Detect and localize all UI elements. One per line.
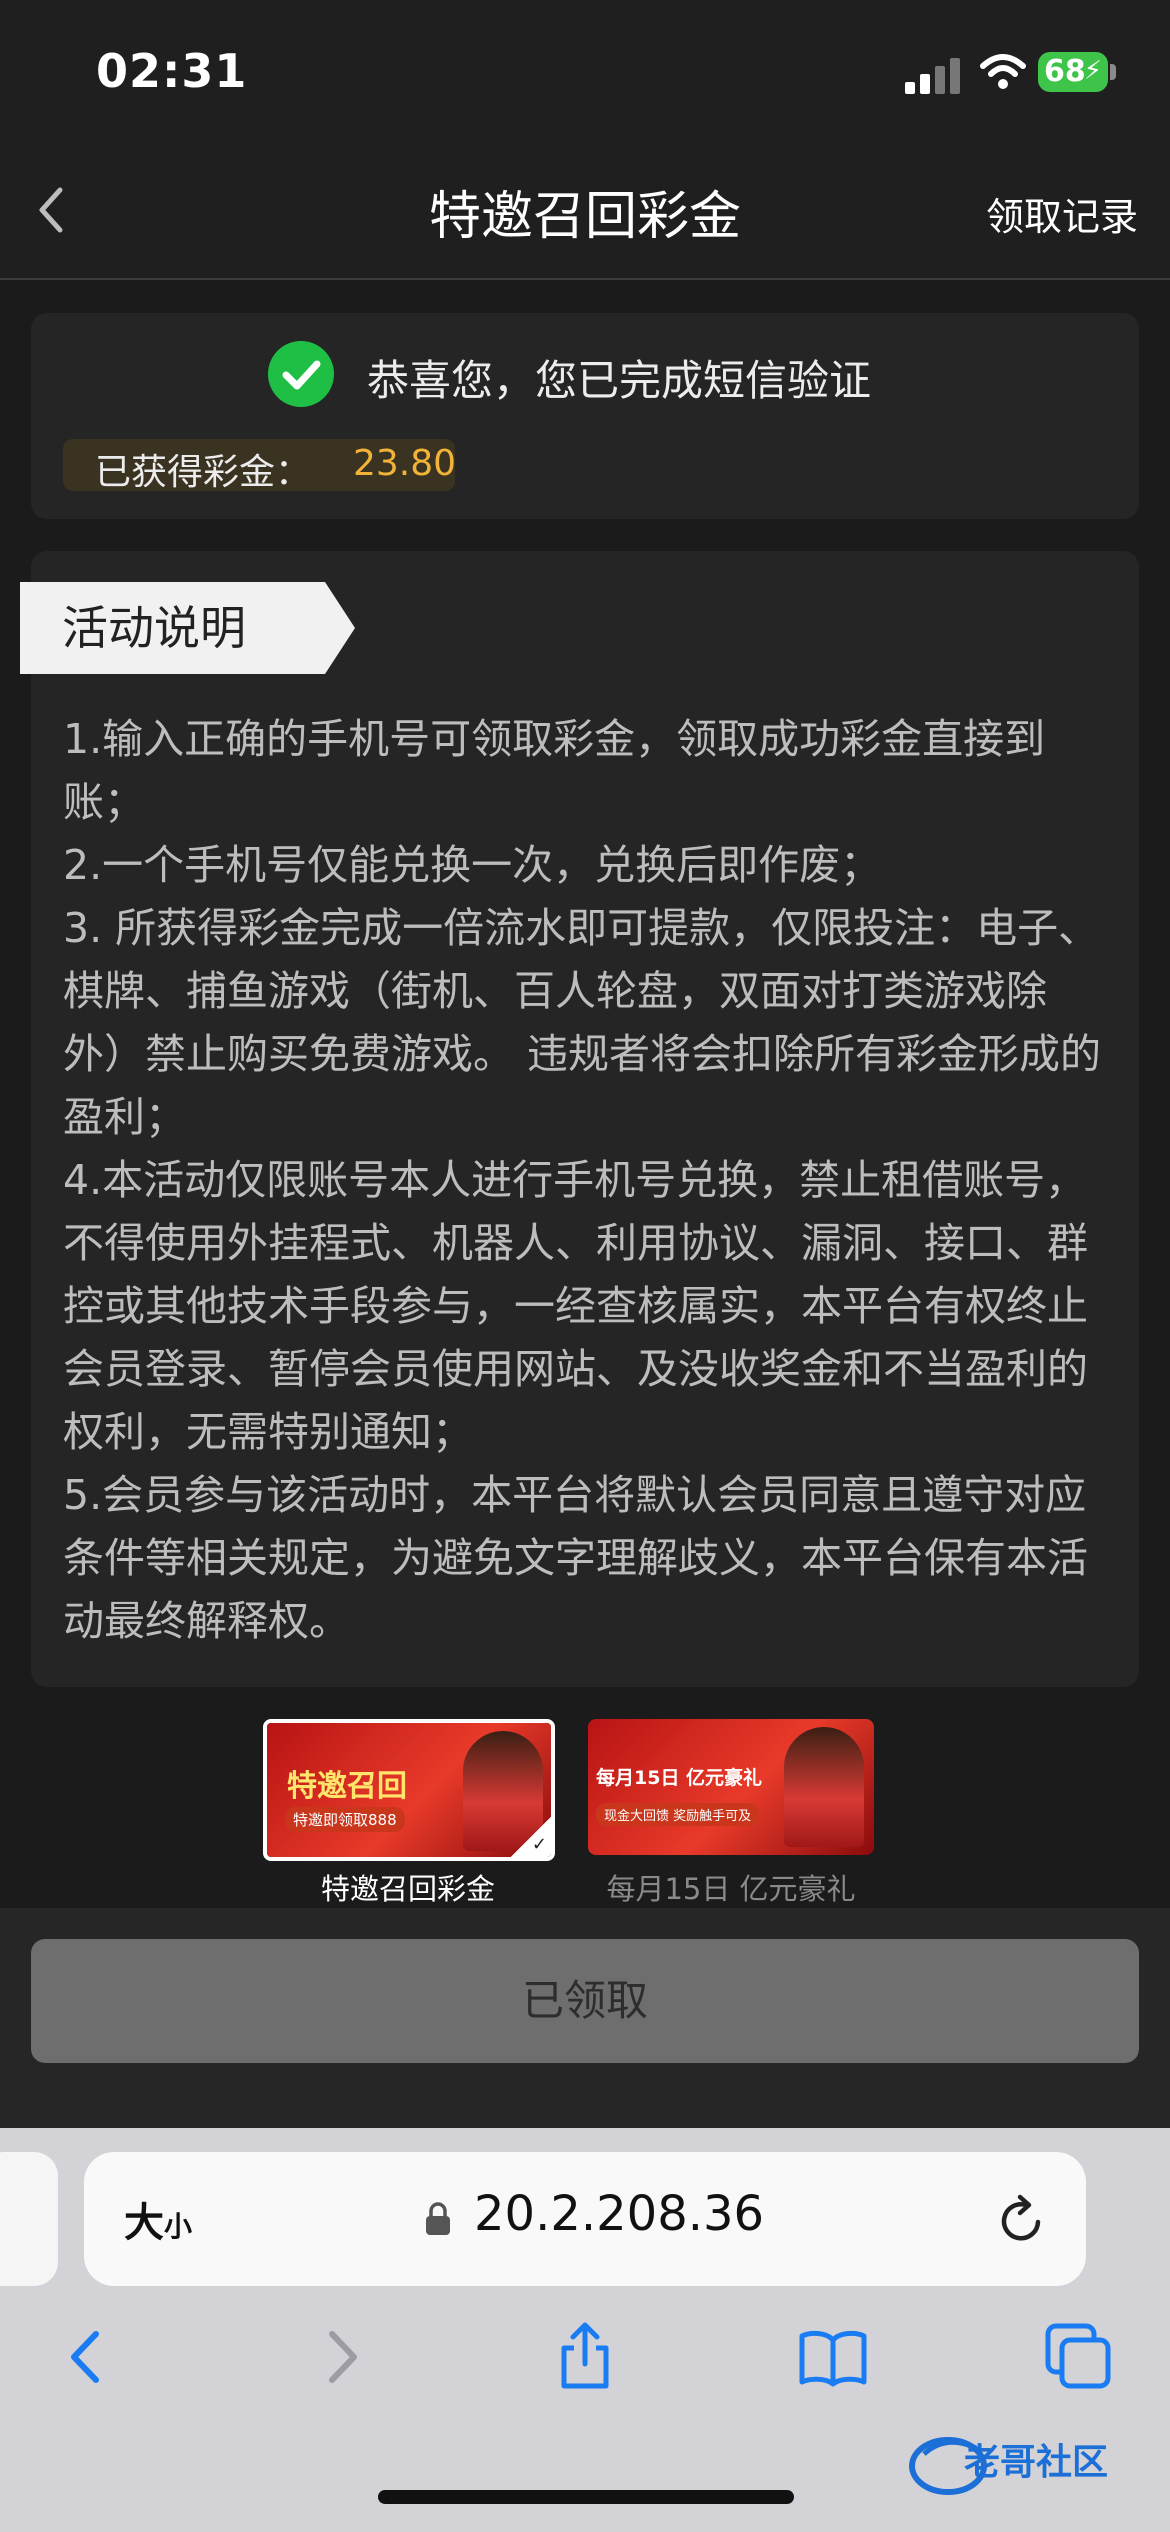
watermark-text: 老哥社区 — [964, 2442, 1108, 2483]
reload-icon[interactable] — [996, 2192, 1048, 2248]
checkmark-icon: ✓ — [531, 1834, 547, 1855]
watermark-logo: 老哥社区 — [909, 2437, 1108, 2495]
signal-icon — [905, 54, 961, 94]
lock-icon — [426, 2202, 450, 2235]
check-icon — [268, 341, 334, 407]
toolbar-back-icon[interactable] — [52, 2322, 122, 2392]
battery-level: 68 — [1044, 54, 1086, 89]
previous-tab-edge[interactable] — [0, 2152, 58, 2286]
wifi-icon — [980, 54, 1026, 89]
promo-banner-subtitle: 现金大回馈 奖励触手可及 — [596, 1803, 760, 1826]
description-tag-arrow — [325, 582, 355, 674]
battery-icon: 68 ⚡ — [1038, 52, 1108, 92]
claimed-button[interactable]: 已领取 — [31, 1939, 1139, 2063]
home-indicator[interactable] — [378, 2490, 794, 2504]
claim-records-link[interactable]: 领取记录 — [986, 186, 1138, 241]
text-size-small: 小 — [164, 2210, 193, 2243]
url-text[interactable]: 20.2.208.36 — [474, 2186, 764, 2242]
promo-thumb-recall[interactable]: 特邀召回 特邀即领取888 ✓ — [263, 1719, 555, 1861]
bonus-label: 已获得彩金： — [95, 452, 312, 493]
promo-model-image — [784, 1727, 864, 1847]
promo-label-monthly[interactable]: 每月15日 亿元豪礼 — [588, 1866, 874, 1908]
promo-banner-subtitle: 特邀即领取888 — [285, 1807, 405, 1832]
success-card: 恭喜您，您已完成短信验证 已获得彩金： 23.80 — [31, 313, 1139, 519]
battery-nub — [1110, 64, 1116, 80]
promo-banner-title: 特邀召回 — [287, 1769, 407, 1804]
bookmarks-icon[interactable] — [798, 2322, 868, 2392]
selected-corner: ✓ — [511, 1817, 551, 1857]
charging-icon: ⚡ — [1083, 56, 1102, 86]
text-size-button[interactable]: 大小 — [124, 2190, 192, 2248]
promo-banner-title: 每月15日 亿元豪礼 — [596, 1767, 763, 1789]
activity-rules-text: 1.输入正确的手机号可领取彩金，领取成功彩金直接到账； 2.一个手机号仅能兑换一… — [63, 715, 1102, 1645]
bonus-value: 23.80 — [353, 443, 457, 484]
promo-label-recall[interactable]: 特邀召回彩金 — [263, 1866, 553, 1908]
bonus-badge: 已获得彩金： 23.80 — [63, 439, 457, 493]
tabs-icon[interactable] — [1044, 2322, 1114, 2392]
promo-thumb-monthly[interactable]: 每月15日 亿元豪礼 现金大回馈 奖励触手可及 — [588, 1719, 874, 1855]
share-icon[interactable] — [550, 2322, 620, 2392]
success-message: 恭喜您，您已完成短信验证 — [367, 356, 872, 405]
status-time: 02:31 — [96, 44, 248, 98]
description-tag-label: 活动说明 — [62, 601, 246, 655]
address-bar[interactable]: 大小 20.2.208.36 — [84, 2152, 1086, 2286]
toolbar-forward-icon[interactable] — [306, 2322, 376, 2392]
nav-bar: 特邀召回彩金 领取记录 — [0, 150, 1170, 280]
text-size-big: 大 — [124, 2200, 164, 2246]
